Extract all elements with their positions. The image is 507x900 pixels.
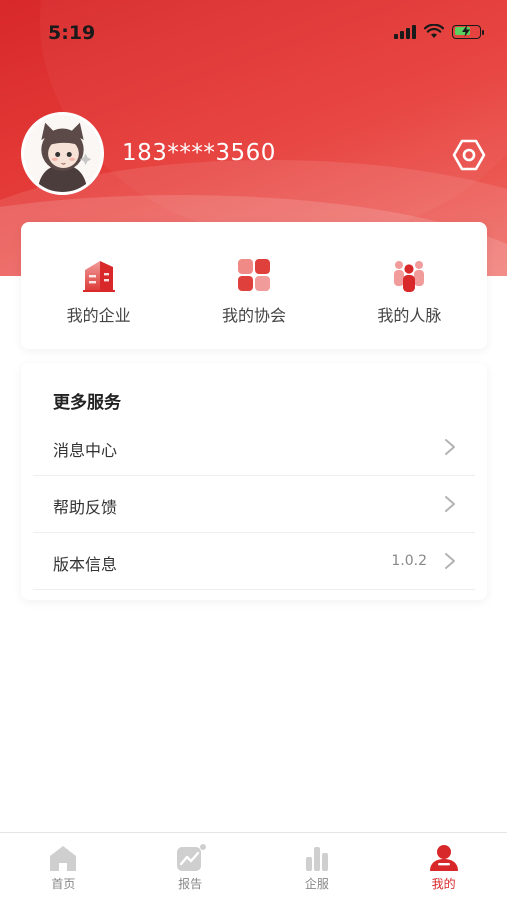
chevron-right-icon [445,496,455,512]
quick-action-label: 我的企业 [66,306,131,325]
tab-label: 报告 [178,877,203,891]
tab-label: 企服 [304,877,329,891]
tab-mine[interactable]: 我的 [380,833,507,900]
section-title: 更多服务 [53,393,121,413]
version-number: 1.0.2 [391,553,427,569]
message-center-item[interactable]: 消息中心 [33,419,475,476]
my-enterprise-button[interactable]: 我的企业 [21,222,176,349]
list-item-label: 帮助反馈 [53,498,118,517]
status-bar: 5:19 [0,0,507,64]
bottom-tab-bar: 首页 报告 企服 我的 [0,832,507,900]
battery-charging-icon [452,24,484,39]
user-icon [429,845,458,871]
wifi-icon [424,24,444,38]
tab-report[interactable]: 报告 [127,833,254,900]
status-time: 5:19 [48,22,96,44]
tab-home[interactable]: 首页 [0,833,127,900]
my-association-button[interactable]: 我的协会 [176,222,331,349]
people-icon [394,261,425,292]
my-contacts-button[interactable]: 我的人脉 [332,222,487,349]
chevron-right-icon [445,553,455,569]
grid-icon [237,259,270,291]
tab-enterprise-service[interactable]: 企服 [254,833,381,900]
phone-number: 183****3560 [122,140,276,166]
quick-action-label: 我的人脉 [377,306,442,325]
tab-label: 我的 [431,877,456,891]
chevron-right-icon [445,439,455,455]
version-info-item[interactable]: 版本信息 1.0.2 [33,533,475,590]
more-services-card: 更多服务 消息中心 帮助反馈 版本信息 1.0.2 [21,363,487,600]
settings-icon [452,139,486,171]
report-icon [177,844,207,871]
help-feedback-item[interactable]: 帮助反馈 [33,476,475,533]
quick-actions-card: 我的企业 我的协会 我的人脉 [21,222,487,349]
home-icon [50,846,77,871]
avatar[interactable] [21,112,104,195]
settings-button[interactable] [452,138,486,172]
chart-icon [305,847,328,871]
list-item-label: 版本信息 [53,555,118,574]
cellular-signal-icon [394,24,416,39]
avatar-image [24,115,101,192]
list-item-label: 消息中心 [53,441,118,460]
building-icon [82,261,115,292]
tab-label: 首页 [51,877,76,891]
quick-action-label: 我的协会 [221,306,286,325]
